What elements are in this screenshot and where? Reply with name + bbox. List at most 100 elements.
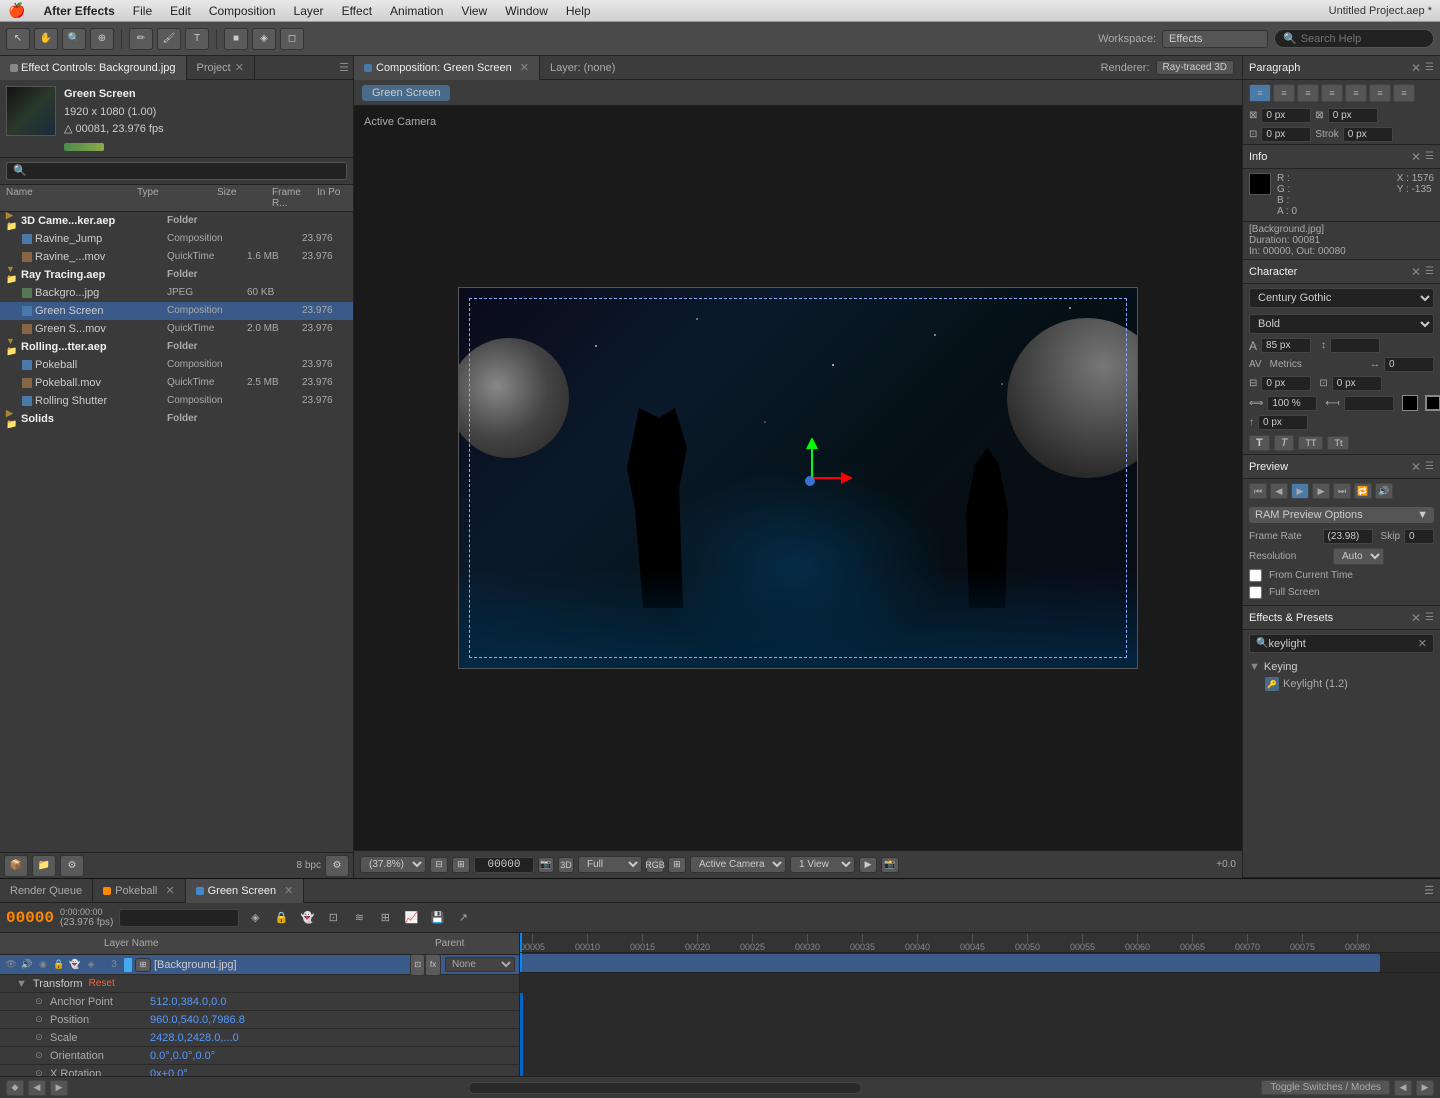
lock-button[interactable]: 🔒: [271, 909, 291, 927]
go-next-btn[interactable]: ▶: [50, 1080, 68, 1096]
tool-mask[interactable]: ◻: [280, 28, 304, 50]
leading-input[interactable]: [1330, 338, 1380, 353]
layer-eye-icon[interactable]: 👁: [4, 958, 18, 972]
align-justify-full-btn[interactable]: ≡: [1345, 84, 1367, 102]
preview-menu[interactable]: ☰: [1425, 461, 1434, 472]
safe-zones-button[interactable]: ⊞: [452, 857, 470, 873]
text-italic-btn[interactable]: T: [1274, 435, 1295, 451]
preview-close[interactable]: ✕: [1411, 460, 1421, 474]
fill-color-swatch[interactable]: [1402, 395, 1418, 411]
layer-collapse-icon[interactable]: ◈: [84, 958, 98, 972]
align-left-btn[interactable]: ≡: [1249, 84, 1271, 102]
menu-item-aftereffects[interactable]: After Effects: [35, 2, 122, 20]
tab-effect-controls[interactable]: Effect Controls: Background.jpg: [0, 56, 187, 80]
snapshot-button[interactable]: 📸: [881, 857, 899, 873]
timecode-input[interactable]: [474, 857, 534, 873]
orientation-value[interactable]: 0.0°,0.0°,0.0°: [150, 1050, 215, 1062]
menu-item-edit[interactable]: Edit: [162, 2, 199, 20]
layer-fx-btn[interactable]: fx: [425, 954, 441, 976]
left-panel-menu[interactable]: ☰: [339, 61, 349, 74]
3d-btn[interactable]: 3D: [558, 857, 574, 873]
skip-to-start-btn[interactable]: ⏮: [1249, 483, 1267, 499]
tool-select[interactable]: ↖: [6, 28, 30, 50]
step-back-btn[interactable]: ◀: [1270, 483, 1288, 499]
layer-source-btn[interactable]: ⊞: [135, 958, 151, 972]
horiz-scale-input[interactable]: [1261, 376, 1311, 391]
font-select[interactable]: Century Gothic: [1249, 288, 1434, 308]
toggle-switches-btn[interactable]: Toggle Switches / Modes: [1261, 1080, 1390, 1095]
full-screen-checkbox[interactable]: [1249, 586, 1262, 599]
timeline-scrollbar[interactable]: [468, 1082, 862, 1094]
menu-item-window[interactable]: Window: [497, 2, 556, 20]
transform-header[interactable]: ▼ Transform Reset: [0, 975, 519, 993]
list-item[interactable]: ▼ 📁 Ray Tracing.aep Folder: [0, 266, 353, 284]
align-center-btn[interactable]: ≡: [1273, 84, 1295, 102]
snap-button[interactable]: ⊟: [430, 857, 448, 873]
tab-project[interactable]: Project ✕: [187, 56, 255, 80]
tab-composition[interactable]: Composition: Green Screen ✕: [354, 56, 540, 80]
stopwatch-icon-scale[interactable]: ⊙: [32, 1031, 46, 1045]
menu-item-composition[interactable]: Composition: [201, 2, 284, 20]
apple-menu[interactable]: 🍎: [8, 2, 25, 19]
layer-solo-icon[interactable]: ◉: [36, 958, 50, 972]
frame-blending-button[interactable]: ⊞: [375, 909, 395, 927]
scale-value[interactable]: 2428.0,2428.0,...0: [150, 1032, 239, 1044]
list-item[interactable]: Ravine_Jump Composition 23.976: [0, 230, 353, 248]
keyframe-area[interactable]: 00005 00010 00015 00020 00025: [520, 933, 1440, 1076]
quality-select[interactable]: Full Half Quarter Auto: [578, 856, 642, 873]
stopwatch-icon-position[interactable]: ⊙: [32, 1013, 46, 1027]
tool-zoom[interactable]: 🔍: [62, 28, 86, 50]
tool-brush[interactable]: 🖌: [157, 28, 181, 50]
prop-scale[interactable]: ⊙ Scale 2428.0,2428.0,...0: [0, 1029, 519, 1047]
menu-item-help[interactable]: Help: [558, 2, 599, 20]
scale-v-input[interactable]: [1344, 396, 1394, 411]
layer-mode-btn[interactable]: ⊡: [410, 954, 425, 976]
flow-button[interactable]: ↗: [453, 909, 473, 927]
pokeball-close[interactable]: ✕: [165, 884, 174, 897]
layer-audio-icon[interactable]: 🔊: [20, 958, 34, 972]
text-smallcaps-btn[interactable]: Tt: [1327, 436, 1349, 450]
list-item[interactable]: Backgro...jpg JPEG 60 KB: [0, 284, 353, 302]
prop-x-rotation[interactable]: ⊙ X Rotation 0x+0.0°: [0, 1065, 519, 1076]
views-select[interactable]: 1 View 2 Views 4 Views: [790, 856, 855, 873]
effects-close[interactable]: ✕: [1411, 611, 1421, 625]
layer-lock-icon[interactable]: 🔒: [52, 958, 66, 972]
align-right-btn[interactable]: ≡: [1297, 84, 1319, 102]
render-button[interactable]: ▶: [859, 857, 877, 873]
character-menu[interactable]: ☰: [1425, 266, 1434, 277]
list-item[interactable]: Pokeball Composition 23.976: [0, 356, 353, 374]
channels-btn[interactable]: RGB: [646, 857, 664, 873]
character-close[interactable]: ✕: [1411, 265, 1421, 279]
layer-row-background[interactable]: 👁 🔊 ◉ 🔒 👻 ◈ 3 ⊞ [Background.jpg] ⊡ fx No…: [0, 955, 519, 975]
hide-shy-button[interactable]: 👻: [297, 909, 317, 927]
new-folder-button[interactable]: 📁: [32, 855, 56, 877]
transform-reset[interactable]: Reset: [89, 978, 115, 989]
indent-before-input[interactable]: [1261, 108, 1311, 123]
list-item[interactable]: Ravine_...mov QuickTime 1.6 MB 23.976: [0, 248, 353, 266]
ram-preview-label[interactable]: RAM Preview Options ▼: [1249, 507, 1434, 523]
resolution-select[interactable]: Auto Full Half: [1333, 548, 1384, 565]
motion-blur-button[interactable]: ≋: [349, 909, 369, 927]
align-justify-right-btn[interactable]: ≡: [1369, 84, 1391, 102]
tool-camera-orbit[interactable]: ⊕: [90, 28, 114, 50]
position-value[interactable]: 960.0,540.0,7986.8: [150, 1014, 245, 1026]
indent-after-input[interactable]: [1328, 108, 1378, 123]
workspace-select[interactable]: Effects Default Motion Tracking: [1162, 30, 1268, 48]
tool-puppet[interactable]: ◈: [252, 28, 276, 50]
font-size-input[interactable]: [1261, 338, 1311, 353]
effects-search-input[interactable]: [1268, 638, 1417, 650]
menu-item-file[interactable]: File: [125, 2, 160, 20]
fx-item-keylight[interactable]: 🔑 Keylight (1.2): [1243, 675, 1440, 693]
baseline-input[interactable]: [1258, 415, 1308, 430]
scale-h-input[interactable]: [1267, 396, 1317, 411]
list-item[interactable]: ▼ 📁 Rolling...tter.aep Folder: [0, 338, 353, 356]
tool-shape[interactable]: ■: [224, 28, 248, 50]
anchor-point-value[interactable]: 512.0,384.0,0.0: [150, 996, 226, 1008]
stopwatch-icon-xrot[interactable]: ⊙: [32, 1067, 46, 1077]
graph-editor-button[interactable]: 📈: [401, 909, 421, 927]
text-bold-btn[interactable]: T: [1249, 435, 1270, 451]
list-item[interactable]: Pokeball.mov QuickTime 2.5 MB 23.976: [0, 374, 353, 392]
tool-text[interactable]: T: [185, 28, 209, 50]
comp-tab-close[interactable]: ✕: [520, 61, 529, 74]
menu-item-animation[interactable]: Animation: [382, 2, 451, 20]
